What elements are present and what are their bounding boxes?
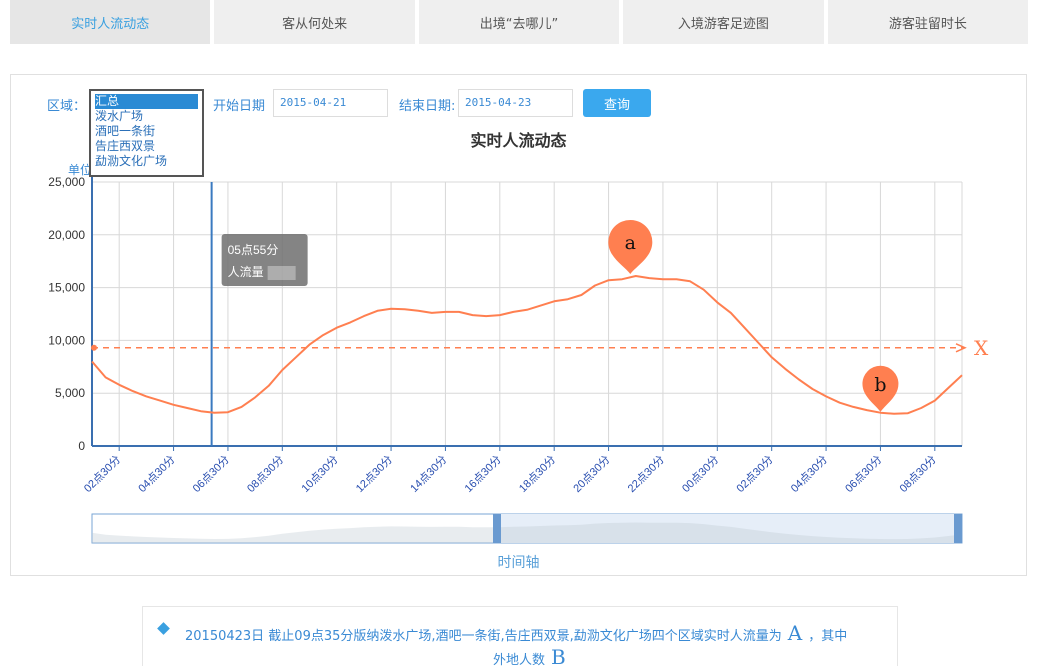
- reference-start-dot: [91, 344, 97, 351]
- tab-bar: 实时人流动态 客从何处来 出境“去哪儿” 入境游客足迹图 游客驻留时长: [10, 0, 1029, 44]
- x-tick-label: 10点30分: [299, 453, 341, 495]
- tab-stay-duration[interactable]: 游客驻留时长: [827, 0, 1029, 44]
- region-option-mengle-square[interactable]: 勐泐文化广场: [95, 154, 198, 169]
- tab-outbound-destination[interactable]: 出境“去哪儿”: [418, 0, 620, 44]
- x-tick-label: 04点30分: [788, 453, 830, 495]
- summary-box: 20150423日 截止09点35分版纳泼水广场,酒吧一条街,告庄西双景,勐泐文…: [142, 606, 898, 669]
- x-tick-label: 08点30分: [244, 453, 286, 495]
- y-tick-label: 20,000: [48, 228, 85, 242]
- x-tick-label: 22点30分: [625, 453, 667, 495]
- y-tick-label: 0: [78, 439, 85, 453]
- summary-text-mid: ，其中: [808, 629, 848, 644]
- timeline-handle-right[interactable]: [954, 514, 962, 543]
- x-tick-label: 14点30分: [407, 453, 449, 495]
- region-option-bar-street[interactable]: 酒吧一条街: [95, 124, 198, 139]
- y-tick-label: 10,000: [48, 333, 85, 347]
- x-tick-label: 12点30分: [353, 453, 395, 495]
- x-tick-label: 08点30分: [897, 453, 939, 495]
- y-tick-label: 5,000: [55, 386, 85, 400]
- region-option-summary[interactable]: 汇总: [95, 94, 198, 109]
- tooltip-label: 人流量: [228, 265, 264, 279]
- x-tick-label: 06点30分: [842, 453, 884, 495]
- placeholder-mark-a: A: [787, 621, 803, 645]
- x-tick-label: 00点30分: [679, 453, 721, 495]
- tab-realtime-flow[interactable]: 实时人流动态: [10, 0, 211, 44]
- summary-text: 20150423日 截止09点35分版纳泼水广场,酒吧一条街,告庄西双景,勐泐文…: [185, 629, 782, 644]
- summary-line-2: 外地人数 B: [493, 645, 572, 669]
- timeline-handle-left[interactable]: [493, 514, 501, 543]
- reference-label: X: [974, 336, 989, 360]
- x-tick-label: 20点30分: [571, 453, 613, 495]
- marker-label-b: b: [874, 374, 886, 396]
- chart-panel: 区域： 汇总 泼水广场 酒吧一条街 告庄西双景 勐泐文化广场 开始日期 2015…: [10, 74, 1027, 576]
- summary-line-1: 20150423日 截止09点35分版纳泼水广场,酒吧一条街,告庄西双景,勐泐文…: [185, 621, 847, 645]
- tab-inbound-footprint[interactable]: 入境游客足迹图: [623, 0, 824, 44]
- x-tick-label: 06点30分: [190, 453, 232, 495]
- region-option-water-square[interactable]: 泼水广场: [95, 109, 198, 124]
- x-tick-label: 02点30分: [734, 453, 776, 495]
- placeholder-mark-b: B: [551, 645, 566, 669]
- tooltip-time: 05点55分: [228, 243, 279, 257]
- tooltip-value-blurred: [267, 266, 296, 280]
- timeline-label: 时间轴: [497, 555, 540, 571]
- reference-arrow-icon: [955, 343, 967, 353]
- region-select[interactable]: 汇总 泼水广场 酒吧一条街 告庄西双景 勐泐文化广场: [89, 89, 204, 177]
- marker-label-a: a: [625, 232, 636, 254]
- x-tick-label: 18点30分: [516, 453, 558, 495]
- tab-visitor-origin[interactable]: 客从何处来: [214, 0, 415, 44]
- bullet-diamond-icon: [157, 622, 170, 635]
- x-tick-label: 16点30分: [462, 453, 504, 495]
- x-tick-label: 02点30分: [81, 453, 123, 495]
- y-tick-label: 15,000: [48, 281, 85, 295]
- y-tick-label: 25,000: [48, 175, 85, 189]
- x-tick-label: 04点30分: [136, 453, 178, 495]
- region-option-gaozhuang[interactable]: 告庄西双景: [95, 139, 198, 154]
